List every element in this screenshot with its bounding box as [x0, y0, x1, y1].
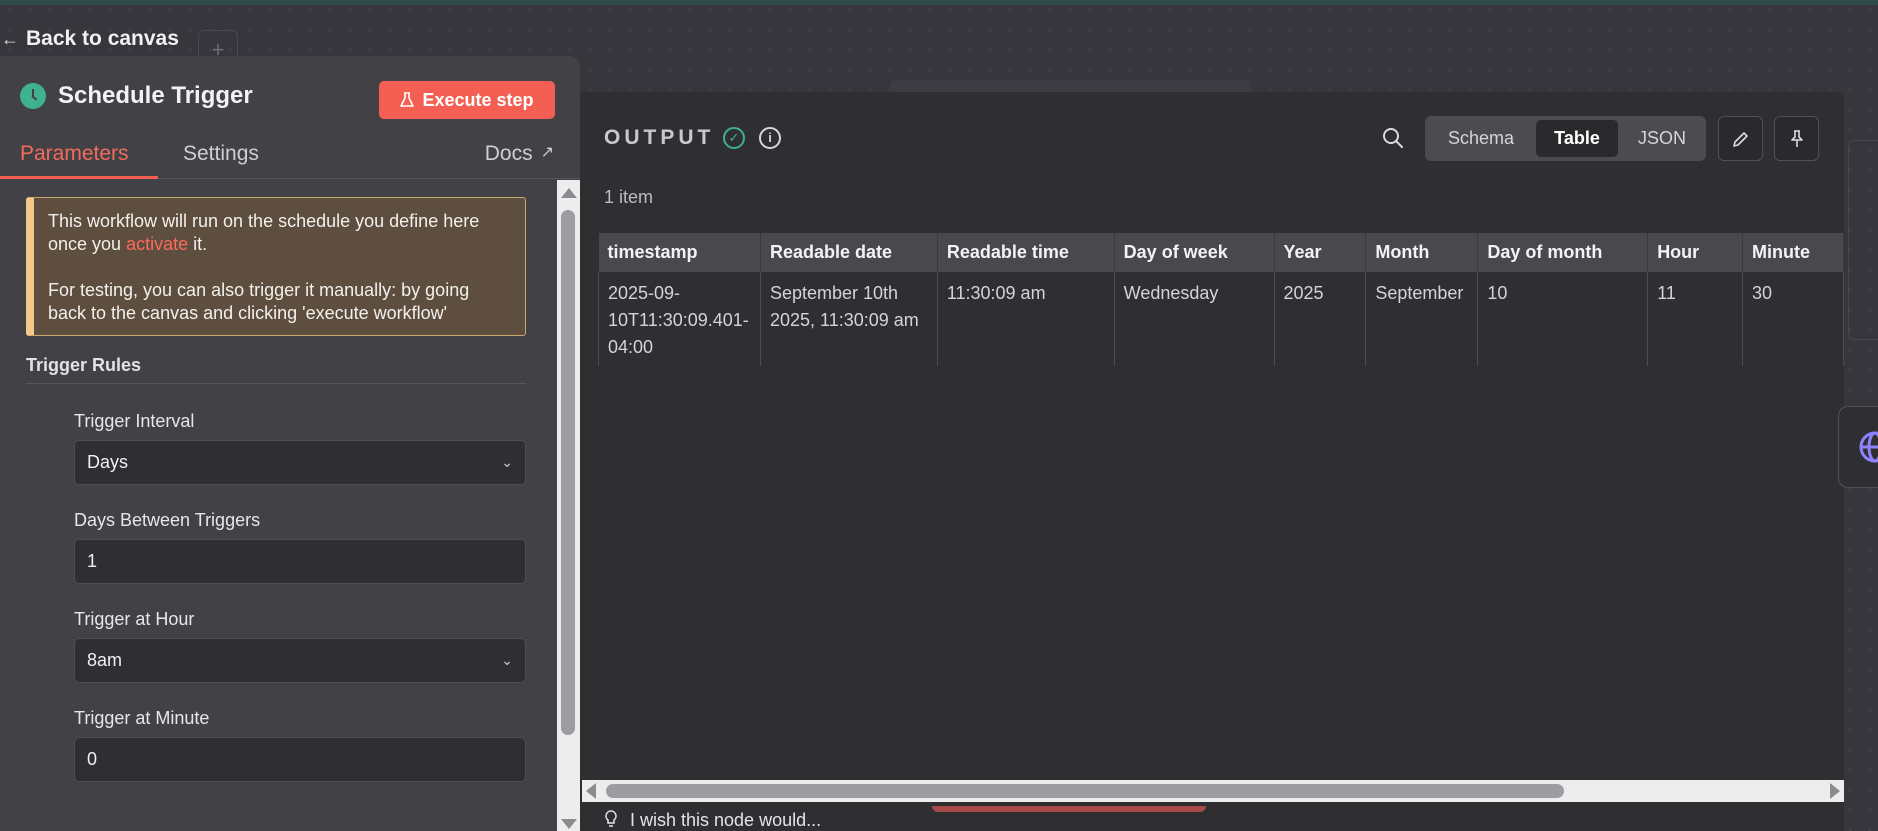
trigger-minute-value: 0	[87, 749, 98, 769]
view-json-button[interactable]: JSON	[1623, 120, 1701, 157]
view-table-button[interactable]: Table	[1536, 120, 1618, 157]
trigger-interval-value: Days	[87, 452, 129, 472]
active-tab-indicator	[0, 176, 158, 179]
column-header: Day of week	[1114, 233, 1275, 272]
column-header: timestamp	[598, 233, 761, 272]
external-link-icon: ↗	[540, 144, 554, 161]
lightbulb-icon	[605, 810, 617, 827]
docs-link[interactable]: Docs ↗	[485, 138, 554, 180]
days-between-value: 1	[87, 551, 98, 571]
output-table: timestamp Readable date Readable time Da…	[598, 233, 1844, 366]
feedback-text: I wish this node would...	[630, 810, 822, 830]
parameters-scroll-area: This workflow will run on the schedule y…	[0, 180, 580, 831]
back-to-canvas-label: Back to canvas	[26, 27, 179, 50]
table-row: 2025-09-10T11:30:09.401-04:00 September …	[598, 272, 1844, 366]
trigger-interval-label: Trigger Interval	[74, 411, 195, 431]
schedule-notice: This workflow will run on the schedule y…	[26, 197, 526, 336]
top-accent-line	[0, 0, 1878, 5]
info-icon[interactable]: i	[759, 127, 781, 149]
trigger-minute-input[interactable]: 0	[74, 737, 526, 782]
table-cell[interactable]: 10	[1477, 272, 1649, 366]
scroll-up-arrow[interactable]	[561, 188, 577, 198]
output-horizontal-scrollbar[interactable]	[582, 780, 1844, 802]
column-header: Readable date	[760, 233, 938, 272]
trigger-hour-select[interactable]: 8am ⌄	[74, 638, 526, 683]
column-header: Hour	[1647, 233, 1744, 272]
days-between-input[interactable]: 1	[74, 539, 526, 584]
table-cell[interactable]: 2025-09-10T11:30:09.401-04:00	[598, 272, 761, 366]
trigger-hour-label: Trigger at Hour	[74, 609, 195, 629]
scroll-down-arrow[interactable]	[561, 819, 577, 829]
days-between-label: Days Between Triggers	[74, 510, 261, 530]
pin-output-button[interactable]	[1774, 116, 1819, 161]
column-header: Readable time	[937, 233, 1115, 272]
notice-line2: For testing, you can also trigger it man…	[48, 280, 470, 323]
column-header: Minute	[1742, 233, 1844, 272]
arrow-left-icon: ←	[1, 28, 19, 49]
pencil-icon	[1732, 131, 1748, 147]
execute-step-label: Execute step	[422, 89, 534, 110]
trigger-interval-select[interactable]: Days ⌄	[74, 440, 526, 485]
docs-label: Docs	[484, 142, 533, 165]
node-parameters-panel: Schedule Trigger Execute step Parameters…	[0, 56, 580, 831]
chevron-down-icon: ⌄	[501, 454, 513, 470]
table-cell[interactable]: September	[1365, 272, 1479, 366]
scrollbar-thumb[interactable]	[561, 210, 575, 735]
output-title: OUTPUT	[604, 126, 715, 149]
canvas-ghost-element	[932, 806, 1206, 812]
table-cell[interactable]: Wednesday	[1113, 272, 1275, 366]
horizontal-scrollbar-thumb[interactable]	[606, 784, 1564, 798]
table-cell[interactable]: 2025	[1273, 272, 1367, 366]
clock-icon	[20, 83, 46, 109]
notice-text-start: This workflow will run on the schedule y…	[48, 211, 480, 254]
node-title: Schedule Trigger	[58, 82, 253, 109]
globe-icon	[1859, 431, 1878, 463]
tab-parameters[interactable]: Parameters	[20, 138, 129, 180]
trigger-hour-value: 8am	[87, 650, 123, 670]
output-view-toggle: Schema Table JSON	[1425, 116, 1706, 161]
table-header-row: timestamp Readable date Readable time Da…	[598, 233, 1844, 272]
pin-icon	[1790, 129, 1803, 147]
feedback-prompt[interactable]: I wish this node would...	[604, 810, 821, 831]
activate-link[interactable]: activate	[126, 234, 188, 254]
search-icon[interactable]	[1381, 126, 1405, 150]
table-cell[interactable]: September 10th 2025, 11:30:09 am	[759, 272, 938, 366]
item-count: 1 item	[604, 187, 654, 207]
language-side-tab[interactable]	[1838, 406, 1878, 488]
back-to-canvas-button[interactable]: ← Back to canvas	[0, 24, 179, 54]
column-header: Month	[1365, 233, 1479, 272]
notice-text-end: it.	[188, 234, 208, 254]
trigger-rules-heading: Trigger Rules	[26, 355, 526, 384]
node-header: Schedule Trigger	[20, 82, 253, 110]
flask-icon	[400, 92, 415, 108]
panel-tabs: Parameters Settings Docs ↗	[0, 138, 580, 180]
output-table-container: timestamp Readable date Readable time Da…	[598, 233, 1844, 366]
trigger-minute-label: Trigger at Minute	[74, 708, 210, 728]
scroll-right-arrow[interactable]	[1830, 783, 1840, 799]
success-check-icon: ✓	[723, 127, 745, 149]
chevron-down-icon: ⌄	[501, 652, 513, 668]
notice-line1: This workflow will run on the schedule y…	[48, 210, 511, 256]
output-panel: OUTPUT ✓ i Schema Table JSON 1 item time…	[580, 92, 1844, 831]
edit-output-button[interactable]	[1718, 116, 1763, 161]
view-schema-button[interactable]: Schema	[1431, 120, 1531, 157]
table-cell[interactable]: 11	[1647, 272, 1744, 366]
column-header: Day of month	[1477, 233, 1649, 272]
parameters-vertical-scrollbar[interactable]	[557, 180, 580, 831]
canvas-ghost-right-panel	[1848, 140, 1878, 340]
execute-step-button[interactable]: Execute step	[379, 81, 555, 119]
table-cell[interactable]: 11:30:09 am	[936, 272, 1115, 366]
column-header: Year	[1274, 233, 1367, 272]
scroll-left-arrow[interactable]	[586, 783, 596, 799]
tab-settings[interactable]: Settings	[183, 138, 259, 180]
table-cell[interactable]: 30	[1742, 272, 1844, 366]
